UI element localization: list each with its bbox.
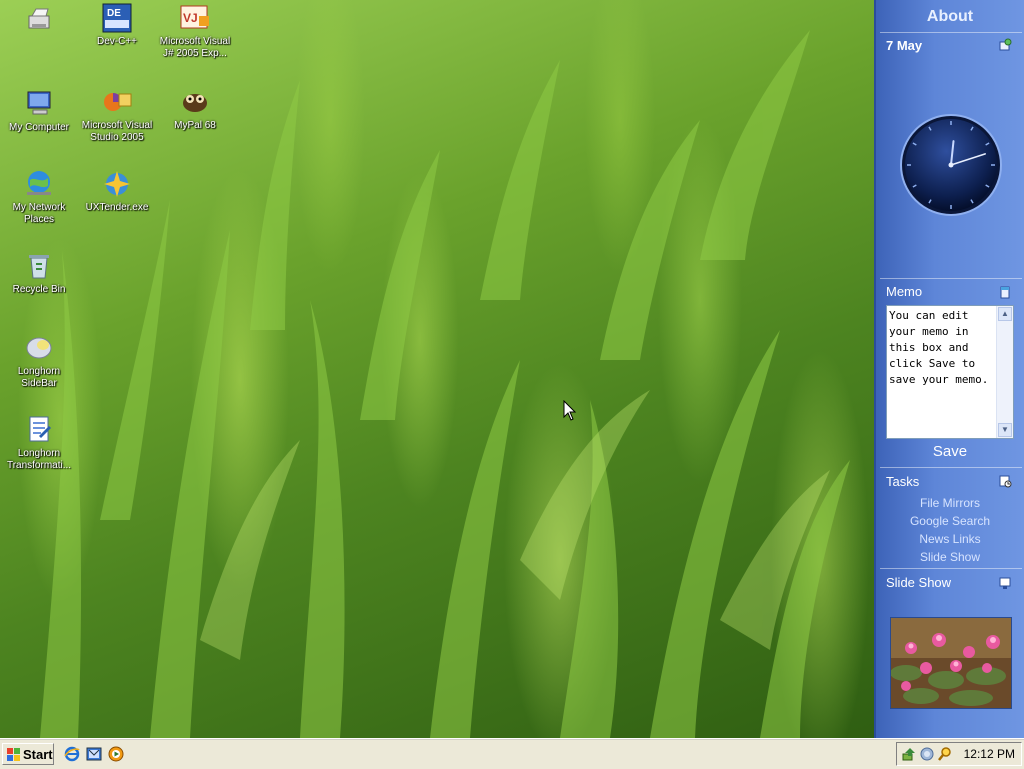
desktop-icon-label: Longhorn Transformati... [6,448,72,471]
svg-text:DE: DE [107,8,121,19]
desktop-icon-label: Dev-C++ [96,36,137,47]
analog-clock [900,114,1002,216]
desktop-icon-label: MyPal 68 [174,120,216,131]
clock-options-icon[interactable] [998,38,1012,52]
divider [880,32,1022,33]
memo-save-button[interactable]: Save [876,443,1024,460]
desktop-icon-visual-studio[interactable]: Microsoft Visual Studio 2005 [78,86,156,144]
safely-remove-icon[interactable] [901,746,917,762]
search-icon[interactable] [937,746,953,762]
longhorn-sidebar-icon [26,337,52,359]
divider [880,467,1022,468]
longhorn-transformation-icon [29,416,51,442]
printer-icon [28,8,50,29]
network-icon[interactable] [919,746,935,762]
slideshow-image[interactable] [890,617,1012,709]
desktop-icon-my-computer[interactable]: My Computer [0,88,78,134]
outlook-express-icon[interactable] [86,746,102,762]
tasks-options-icon[interactable] [998,474,1012,488]
windows-flag-icon [7,748,20,761]
desktop-icon-label: UXTender.exe [85,202,149,213]
visual-studio-icon [104,93,132,111]
devcpp-icon: DE [102,3,132,33]
media-player-icon[interactable] [108,746,124,762]
start-label: Start [23,747,53,762]
slideshow-heading: Slide Show [886,575,952,590]
memo-options-icon[interactable] [998,285,1012,299]
task-news-links[interactable]: News Links [876,532,1024,546]
scroll-up-icon[interactable]: ▲ [998,307,1012,321]
memo-scrollbar[interactable]: ▲ ▼ [996,306,1013,438]
taskbar: Start 12:12 PM [0,738,1024,769]
internet-explorer-icon[interactable] [64,746,80,762]
mouse-pointer-icon [563,400,577,421]
computer-icon [27,91,51,115]
system-tray: 12:12 PM [896,742,1022,766]
memo-text[interactable]: You can edit your memo in this box and c… [889,308,995,388]
desktop-icon-vjsharp[interactable]: VJ Microsoft Visual J# 2005 Exp... [156,2,234,60]
desktop-icon-label: Longhorn SideBar [17,366,61,389]
uxtender-icon [104,171,130,197]
divider [880,568,1022,569]
tray-clock[interactable]: 12:12 PM [964,747,1015,761]
task-file-mirrors[interactable]: File Mirrors [876,496,1024,510]
desktop-icon-label: My Computer [8,122,69,133]
mypal-icon [183,94,207,112]
memo-textbox[interactable]: You can edit your memo in this box and c… [886,305,1014,439]
task-slide-show[interactable]: Slide Show [876,550,1024,564]
desktop-icon-label: Recycle Bin [12,284,66,295]
memo-heading: Memo [886,284,923,299]
recycle-bin-icon [29,255,49,279]
desktop-icon-label: Microsoft Visual Studio 2005 [81,120,153,143]
desktop-icon-recycle-bin[interactable]: Recycle Bin [0,250,78,296]
desktop-icon-longhorn-sidebar[interactable]: Longhorn SideBar [0,332,78,390]
desktop-icon-label: Microsoft Visual J# 2005 Exp... [159,36,231,59]
slideshow-options-icon[interactable] [998,576,1012,590]
sidebar-title[interactable]: About [876,8,1024,26]
clock-date: 7 May [886,38,923,53]
divider [880,278,1022,279]
svg-text:VJ: VJ [183,11,198,25]
scroll-down-icon[interactable]: ▼ [998,423,1012,437]
network-places-icon [27,171,51,195]
desktop-icon-network-places[interactable]: My Network Places [0,168,78,226]
desktop-icon-devcpp[interactable]: DE Dev-C++ [78,2,156,48]
task-google-search[interactable]: Google Search [876,514,1024,528]
desktop-icon-label: My Network Places [12,202,66,225]
desktop[interactable]: DE Dev-C++ VJ Microsoft Visual J# 2005 E… [0,0,874,738]
start-button[interactable]: Start [2,743,54,765]
vjsharp-icon: VJ [180,5,209,29]
tasks-heading: Tasks [886,474,920,489]
desktop-icon-longhorn-transformation[interactable]: Longhorn Transformati... [0,414,78,472]
desktop-icon-uxtender[interactable]: UXTender.exe [78,168,156,214]
desktop-icon-mypal[interactable]: MyPal 68 [156,86,234,132]
longhorn-sidebar: About 7 May Memo You can edit your memo … [874,0,1024,738]
desktop-icon-printer[interactable] [0,4,78,38]
